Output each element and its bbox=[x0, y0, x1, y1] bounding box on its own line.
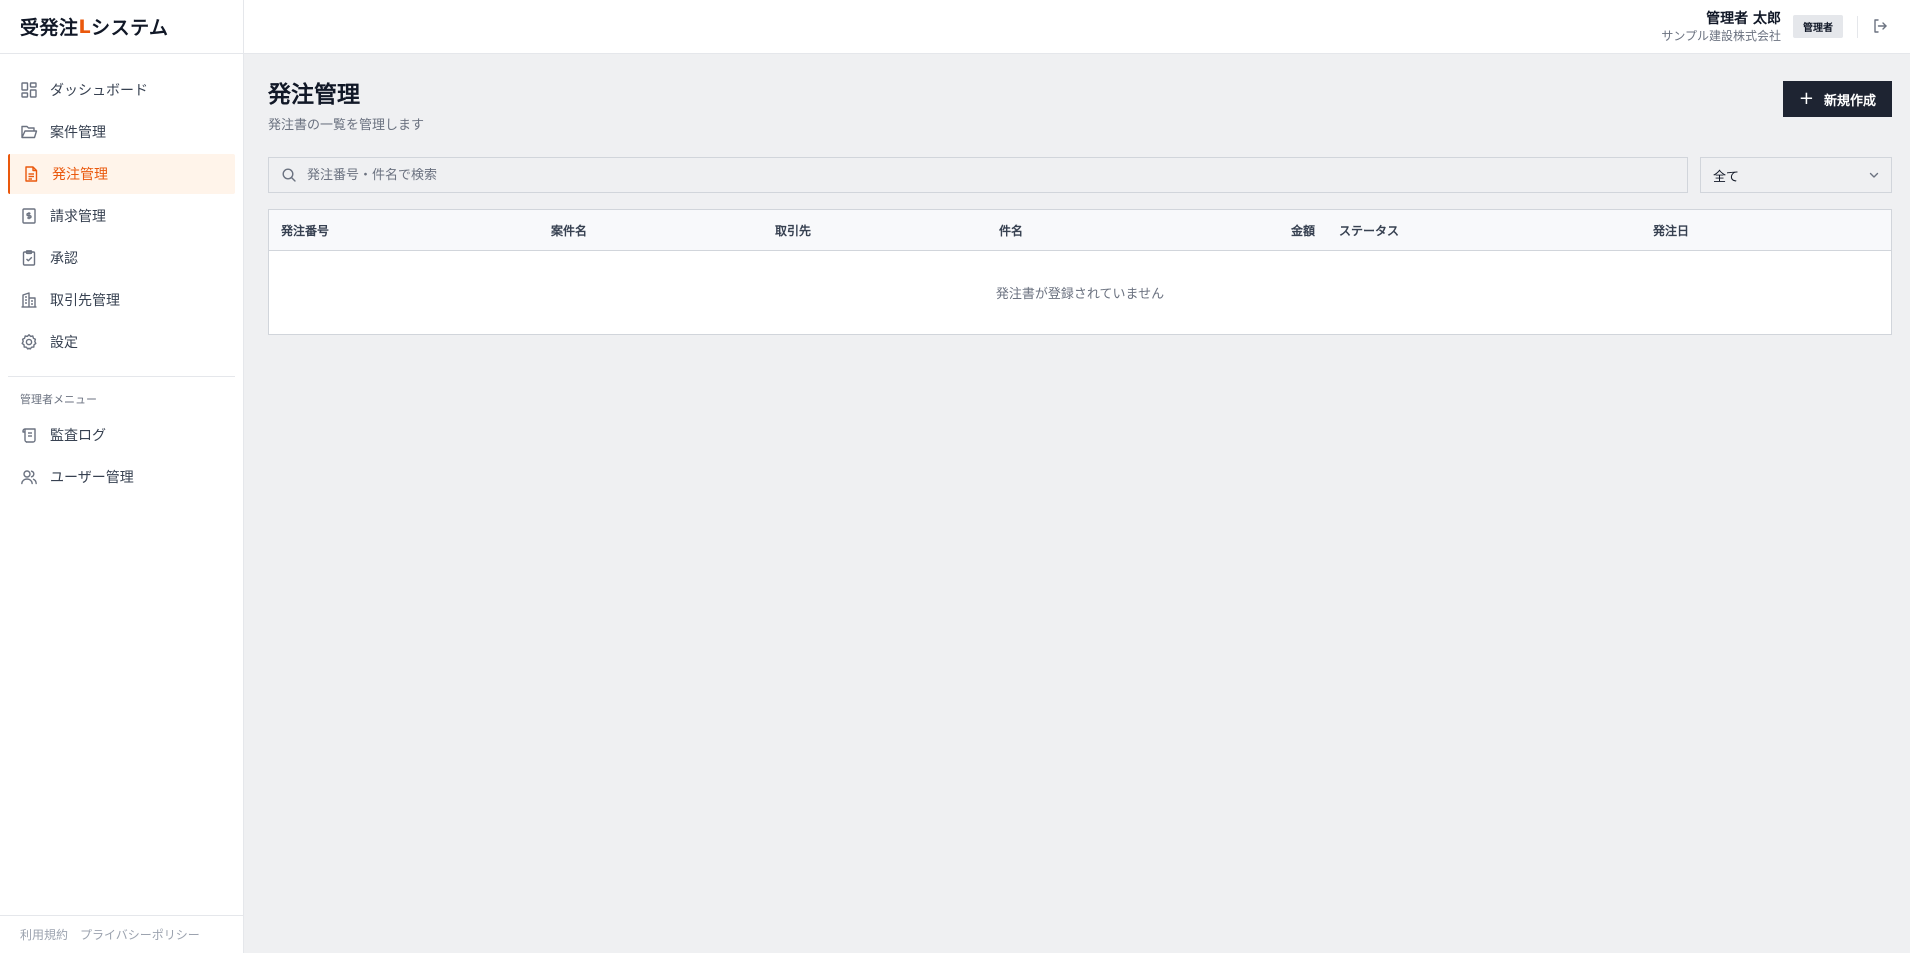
chevron-down-icon bbox=[1867, 168, 1881, 182]
filter-bar: 全て bbox=[268, 157, 1892, 193]
privacy-link[interactable]: プライバシーポリシー bbox=[80, 926, 200, 943]
sidebar-item-label: 案件管理 bbox=[50, 125, 106, 141]
role-badge: 管理者 bbox=[1793, 15, 1843, 38]
page-subtitle: 発注書の一覧を管理します bbox=[268, 118, 425, 133]
column-header-subject[interactable]: 件名 bbox=[987, 222, 1167, 239]
sidebar-item-label: 発注管理 bbox=[52, 167, 108, 183]
building-icon bbox=[20, 291, 38, 309]
user-info: 管理者 太郎 サンプル建設株式会社 bbox=[1661, 10, 1781, 44]
sidebar-divider bbox=[8, 376, 235, 377]
topbar: 管理者 太郎 サンプル建設株式会社 管理者 bbox=[244, 0, 1910, 54]
sidebar-item-invoices[interactable]: 請求管理 bbox=[8, 196, 235, 236]
document-icon bbox=[22, 165, 40, 183]
page-title: 発注管理 bbox=[268, 82, 360, 108]
sidebar-item-label: 設定 bbox=[50, 335, 78, 351]
sidebar-item-dashboard[interactable]: ダッシュボード bbox=[8, 70, 235, 110]
new-order-button-label: 新規作成 bbox=[1823, 93, 1876, 109]
page-header: 発注管理 発注書の一覧を管理します + 新規作成 bbox=[268, 80, 1892, 133]
brand-prefix: 受発注 bbox=[20, 17, 79, 39]
invoice-icon bbox=[20, 207, 38, 225]
sidebar-nav: ダッシュボード 案件管理 発注管理 請求管理 承認 取引先管理 設定 管理者メニ… bbox=[0, 54, 243, 499]
users-icon bbox=[20, 468, 38, 486]
sidebar-item-label: 承認 bbox=[50, 251, 78, 267]
brand-suffix: システム bbox=[91, 17, 169, 39]
gear-icon bbox=[20, 333, 38, 351]
sidebar: 受発注 L システム ダッシュボード 案件管理 発注管理 請求管理 承認 取引先… bbox=[0, 0, 244, 953]
column-header-partner[interactable]: 取引先 bbox=[763, 222, 987, 239]
sidebar-footer: 利用規約 プライバシーポリシー bbox=[0, 915, 243, 953]
orders-table: 発注番号 案件名 取引先 件名 金額 ステータス 発注日 発注書が登録されていま… bbox=[268, 209, 1892, 335]
brand-logo[interactable]: 受発注 L システム bbox=[0, 0, 243, 54]
dashboard-icon bbox=[20, 81, 38, 99]
sidebar-item-orders[interactable]: 発注管理 bbox=[8, 154, 235, 194]
sidebar-item-label: 請求管理 bbox=[50, 209, 106, 225]
terms-link[interactable]: 利用規約 bbox=[20, 926, 68, 943]
sidebar-item-projects[interactable]: 案件管理 bbox=[8, 112, 235, 152]
logout-icon[interactable] bbox=[1872, 18, 1890, 36]
main-area: 管理者 太郎 サンプル建設株式会社 管理者 発注管理 発注書の一覧を管理します … bbox=[244, 0, 1910, 953]
user-name: 管理者 太郎 bbox=[1706, 10, 1781, 27]
search-input[interactable] bbox=[307, 167, 1687, 183]
sidebar-item-partners[interactable]: 取引先管理 bbox=[8, 280, 235, 320]
sidebar-item-label: 監査ログ bbox=[50, 428, 106, 444]
status-select-value: 全て bbox=[1713, 169, 1740, 185]
column-header-project-name[interactable]: 案件名 bbox=[539, 222, 763, 239]
app-root: 受発注 L システム ダッシュボード 案件管理 発注管理 請求管理 承認 取引先… bbox=[0, 0, 1910, 953]
sidebar-item-label: 取引先管理 bbox=[50, 293, 120, 309]
brand-accent: L bbox=[78, 15, 92, 38]
user-company: サンプル建設株式会社 bbox=[1661, 28, 1781, 43]
column-header-order-date[interactable]: 発注日 bbox=[1641, 222, 1891, 239]
column-header-order-number[interactable]: 発注番号 bbox=[269, 222, 539, 239]
status-select[interactable]: 全て bbox=[1700, 157, 1892, 193]
search-box bbox=[268, 157, 1688, 193]
sidebar-item-approval[interactable]: 承認 bbox=[8, 238, 235, 278]
topbar-divider bbox=[1857, 15, 1858, 38]
plus-icon: + bbox=[1798, 88, 1814, 109]
folder-icon bbox=[20, 123, 38, 141]
sidebar-item-settings[interactable]: 設定 bbox=[8, 322, 235, 362]
sidebar-item-user-management[interactable]: ユーザー管理 bbox=[8, 457, 235, 497]
scroll-icon bbox=[20, 426, 38, 444]
column-header-amount[interactable]: 金額 bbox=[1167, 222, 1327, 239]
sidebar-item-audit-log[interactable]: 監査ログ bbox=[8, 415, 235, 455]
table-empty-message: 発注書が登録されていません bbox=[995, 287, 1165, 302]
sidebar-item-label: ダッシュボード bbox=[50, 83, 148, 99]
clipboard-check-icon bbox=[20, 249, 38, 267]
new-order-button[interactable]: + 新規作成 bbox=[1782, 81, 1892, 117]
sidebar-item-label: ユーザー管理 bbox=[50, 470, 134, 486]
admin-section-label: 管理者メニュー bbox=[20, 393, 97, 406]
page-content: 発注管理 発注書の一覧を管理します + 新規作成 全て bbox=[244, 54, 1910, 335]
search-icon bbox=[281, 167, 297, 183]
table-header: 発注番号 案件名 取引先 件名 金額 ステータス 発注日 bbox=[269, 210, 1891, 251]
column-header-status[interactable]: ステータス bbox=[1327, 222, 1641, 239]
